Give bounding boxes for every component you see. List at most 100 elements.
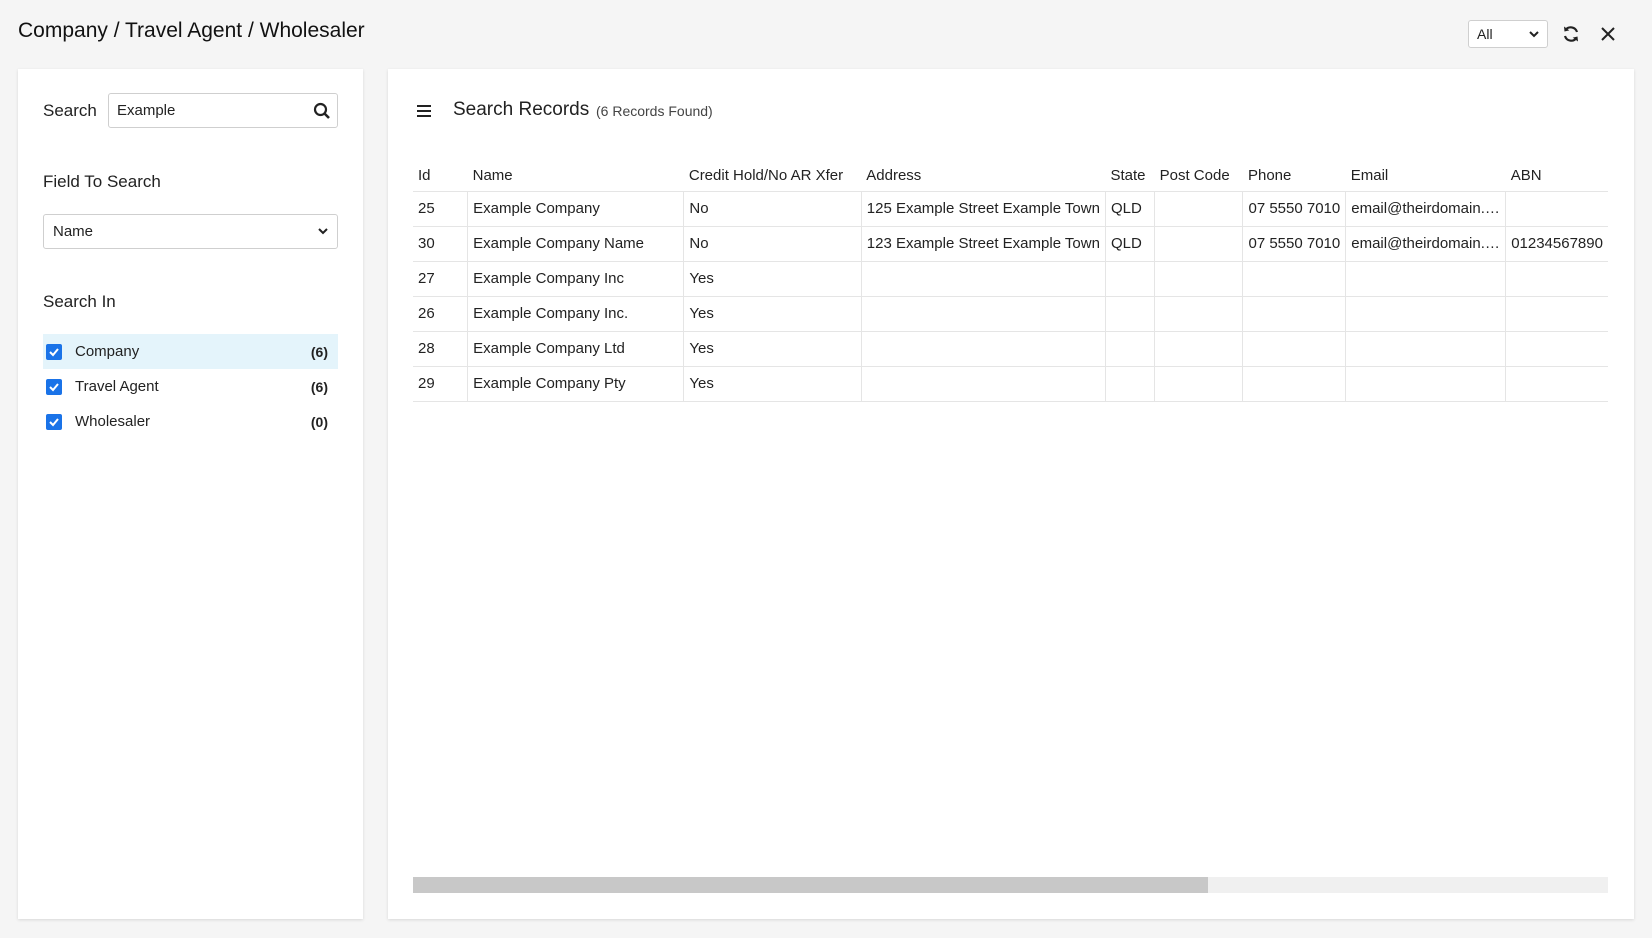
cell-id: 28	[413, 331, 468, 367]
cell-address	[860, 261, 1106, 297]
search-icon[interactable]	[313, 102, 331, 120]
search-in-company-count: (6)	[310, 343, 328, 360]
cell-credit-hold: Yes	[683, 366, 862, 402]
column-header-address[interactable]: Address	[861, 161, 1106, 192]
cell-abn	[1505, 191, 1608, 227]
cell-phone	[1242, 296, 1346, 332]
column-header-id[interactable]: Id	[413, 161, 468, 192]
cell-abn	[1505, 331, 1608, 367]
field-to-search-value: Name	[53, 223, 94, 240]
refresh-button[interactable]	[1557, 20, 1585, 48]
column-header-state[interactable]: State	[1105, 161, 1155, 192]
cell-name: Example Company	[467, 191, 684, 227]
table-row[interactable]: 26 Example Company Inc. Yes	[413, 296, 1608, 332]
close-icon	[1601, 27, 1615, 41]
chevron-down-icon	[1529, 31, 1539, 38]
cell-post-code	[1154, 366, 1243, 402]
table-row[interactable]: 30 Example Company Name No 123 Example S…	[413, 226, 1608, 262]
horizontal-scrollbar-thumb[interactable]	[413, 877, 1208, 893]
search-in-travel-agent-count: (6)	[310, 378, 328, 395]
cell-id: 26	[413, 296, 468, 332]
table-row[interactable]: 29 Example Company Pty Yes	[413, 366, 1608, 402]
search-in-company-label: Company	[75, 343, 140, 360]
cell-state	[1104, 261, 1155, 297]
cell-abn	[1505, 261, 1608, 297]
results-title: Search Records	[453, 99, 590, 120]
search-in-label: Search In	[43, 292, 116, 311]
page-title: Company / Travel Agent / Wholesaler	[18, 19, 365, 42]
column-header-name[interactable]: Name	[467, 161, 684, 192]
menu-icon[interactable]	[415, 102, 433, 120]
cell-credit-hold: No	[683, 191, 862, 227]
field-to-search-label: Field To Search	[43, 172, 161, 191]
results-table: Id Name Credit Hold/No AR Xfer Address S…	[413, 161, 1608, 402]
search-input[interactable]	[109, 94, 304, 127]
column-header-post-code[interactable]: Post Code	[1154, 161, 1243, 192]
search-in-travel-agent-label: Travel Agent	[75, 378, 159, 395]
results-panel: Search Records (6 Records Found) Id Name…	[388, 69, 1634, 919]
cell-abn	[1505, 366, 1608, 402]
search-in-wholesaler[interactable]: Wholesaler (0)	[43, 404, 338, 439]
results-count: (6 Records Found)	[596, 103, 713, 119]
cell-address	[860, 296, 1106, 332]
table-row[interactable]: 27 Example Company Inc Yes	[413, 261, 1608, 297]
cell-abn	[1505, 296, 1608, 332]
search-in-wholesaler-count: (0)	[310, 413, 328, 430]
chevron-down-icon	[318, 228, 328, 235]
cell-post-code	[1154, 226, 1243, 262]
cell-credit-hold: Yes	[683, 331, 862, 367]
cell-email	[1345, 296, 1506, 332]
cell-abn: 01234567890	[1505, 226, 1608, 262]
cell-credit-hold: Yes	[683, 296, 862, 332]
cell-state	[1104, 331, 1155, 367]
cell-name: Example Company Ltd	[467, 331, 684, 367]
cell-name: Example Company Pty	[467, 366, 684, 402]
cell-email	[1345, 331, 1506, 367]
cell-state: QLD	[1104, 191, 1155, 227]
checkbox-checked-icon[interactable]	[46, 343, 62, 360]
cell-address: 123 Example Street Example Town	[860, 226, 1106, 262]
search-label: Search	[43, 101, 97, 120]
results-grid: Id Name Credit Hold/No AR Xfer Address S…	[413, 161, 1608, 801]
refresh-icon	[1563, 26, 1579, 42]
cell-name: Example Company Name	[467, 226, 684, 262]
checkbox-checked-icon[interactable]	[46, 413, 62, 430]
cell-phone: 07 5550 7010	[1242, 191, 1346, 227]
filter-select[interactable]: All	[1468, 20, 1548, 48]
cell-state	[1104, 296, 1155, 332]
search-in-wholesaler-label: Wholesaler	[75, 413, 151, 430]
cell-state: QLD	[1104, 226, 1155, 262]
close-button[interactable]	[1594, 20, 1622, 48]
cell-credit-hold: Yes	[683, 261, 862, 297]
cell-post-code	[1154, 261, 1243, 297]
cell-id: 27	[413, 261, 468, 297]
cell-id: 30	[413, 226, 468, 262]
search-in-company[interactable]: Company (6)	[43, 334, 338, 369]
search-in-travel-agent[interactable]: Travel Agent (6)	[43, 369, 338, 404]
column-header-phone[interactable]: Phone	[1242, 161, 1346, 192]
cell-address	[860, 331, 1106, 367]
table-row[interactable]: 25 Example Company No 125 Example Street…	[413, 191, 1608, 227]
table-header-row: Id Name Credit Hold/No AR Xfer Address S…	[413, 161, 1608, 192]
cell-email: email@theirdomain.…	[1345, 191, 1506, 227]
cell-phone: 07 5550 7010	[1242, 226, 1346, 262]
column-header-credit-hold[interactable]: Credit Hold/No AR Xfer	[683, 161, 862, 192]
horizontal-scrollbar[interactable]	[413, 877, 1608, 893]
column-header-abn[interactable]: ABN	[1505, 161, 1608, 192]
cell-email	[1345, 261, 1506, 297]
cell-id: 29	[413, 366, 468, 402]
cell-email	[1345, 366, 1506, 402]
filter-select-value: All	[1477, 26, 1493, 42]
search-panel: Search Field To Search Name Search In Co…	[18, 69, 363, 919]
cell-state	[1104, 366, 1155, 402]
checkbox-checked-icon[interactable]	[46, 378, 62, 395]
column-header-email[interactable]: Email	[1345, 161, 1506, 192]
table-row[interactable]: 28 Example Company Ltd Yes	[413, 331, 1608, 367]
field-to-search-select[interactable]: Name	[43, 214, 338, 249]
cell-post-code	[1154, 296, 1243, 332]
top-bar: Company / Travel Agent / Wholesaler All	[0, 0, 1652, 66]
cell-phone	[1242, 261, 1346, 297]
cell-email: email@theirdomain.…	[1345, 226, 1506, 262]
cell-name: Example Company Inc.	[467, 296, 684, 332]
cell-post-code	[1154, 191, 1243, 227]
